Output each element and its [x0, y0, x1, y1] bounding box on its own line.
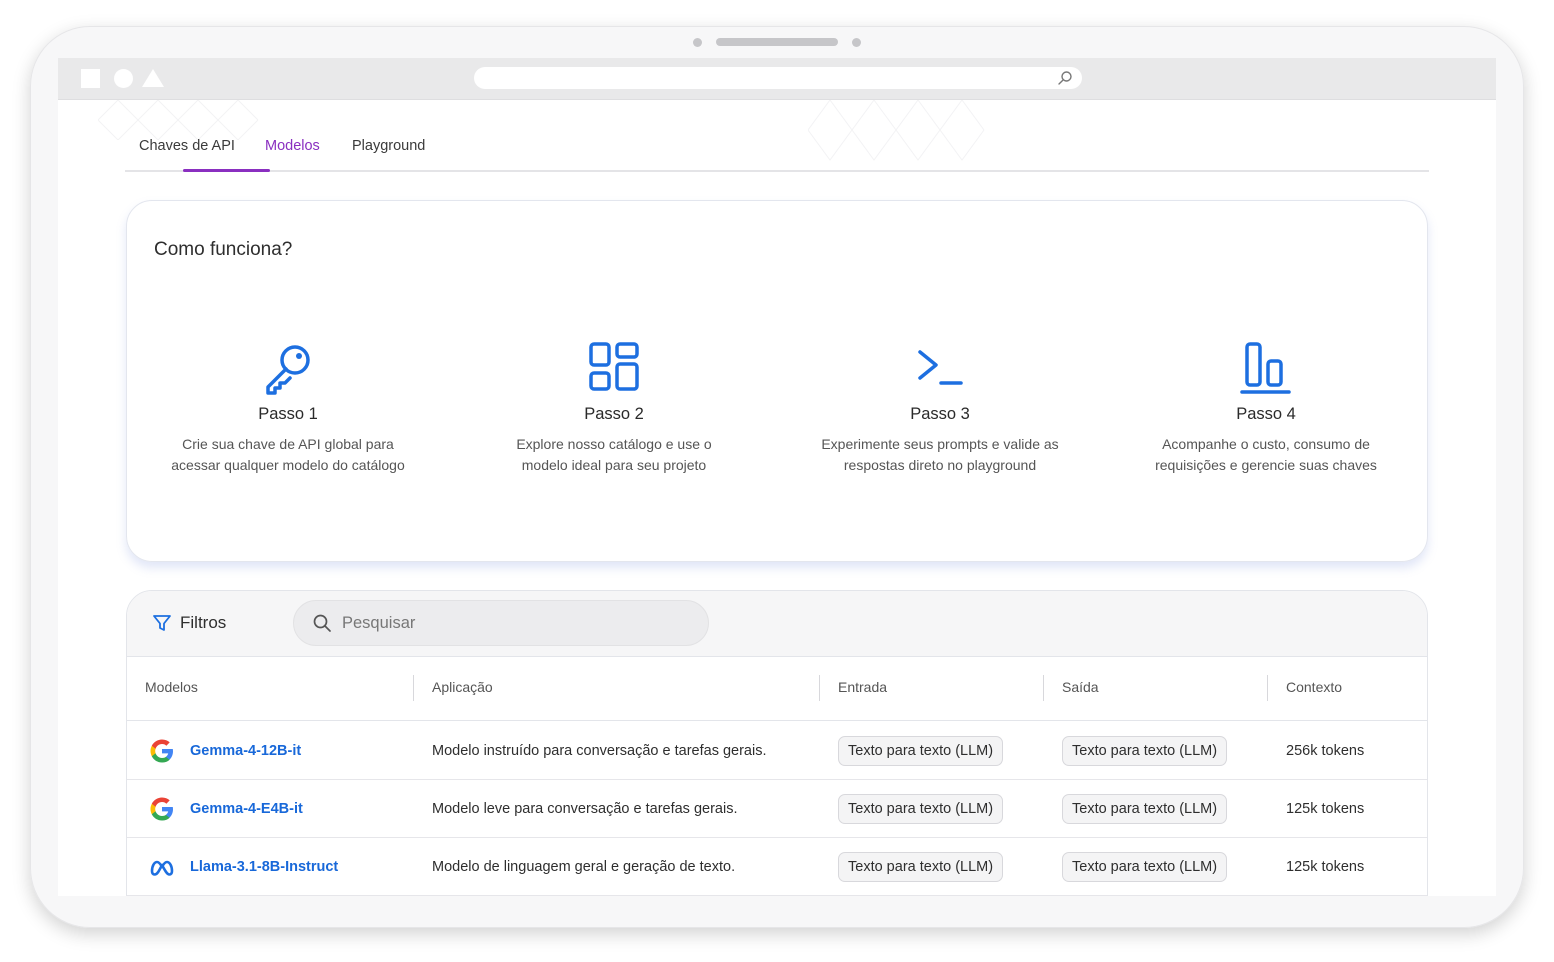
- output-cell: Texto para texto (LLM): [1062, 780, 1228, 838]
- column-divider: [1043, 675, 1044, 701]
- speaker-grille: [716, 38, 838, 46]
- step-description-line: acessar qualquer modelo do catálogo: [171, 457, 405, 473]
- step-description-line: respostas direto no playground: [843, 457, 1037, 473]
- model-name-link[interactable]: Gemma-4-12B-it: [190, 743, 301, 759]
- column-header-modelos[interactable]: Modelos: [145, 679, 198, 695]
- google-logo-icon: [150, 739, 173, 763]
- google-logo-icon: [150, 797, 173, 821]
- search-icon: [313, 614, 331, 632]
- search-input[interactable]: [342, 613, 682, 633]
- section-title: Como funciona?: [154, 239, 293, 260]
- address-bar[interactable]: [474, 67, 1082, 89]
- circle-window-icon[interactable]: [114, 69, 133, 88]
- tab-modelos[interactable]: Modelos: [265, 138, 320, 172]
- column-header-aplicacao[interactable]: Aplicação: [432, 679, 493, 695]
- output-type-chip: Texto para texto (LLM): [1062, 736, 1228, 766]
- output-type-chip: Texto para texto (LLM): [1062, 794, 1228, 824]
- filters-label: Filtros: [180, 613, 227, 632]
- step-description: Explore nosso catálogo e use o modelo id…: [464, 434, 764, 476]
- chart-icon: [1240, 342, 1291, 394]
- output-cell: Texto para texto (LLM): [1062, 838, 1228, 896]
- context-cell: 125k tokens: [1286, 801, 1365, 817]
- models-table-card: Filtros Modelos Aplicação E: [126, 590, 1428, 896]
- column-header-entrada[interactable]: Entrada: [838, 679, 887, 695]
- step-title: Passo 4: [1236, 405, 1296, 423]
- column-divider: [1267, 675, 1268, 701]
- device-top-bezel: [30, 37, 1524, 47]
- search-box[interactable]: [293, 600, 709, 646]
- context-cell: 125k tokens: [1286, 859, 1365, 875]
- input-type-chip: Texto para texto (LLM): [838, 852, 1004, 882]
- tab-playground[interactable]: Playground: [352, 138, 425, 172]
- screen: Chaves de API Modelos Playground Como fu…: [58, 58, 1496, 896]
- model-name-link[interactable]: Llama-3.1-8B-Instruct: [190, 859, 338, 875]
- column-divider: [819, 675, 820, 701]
- step-1: Passo 1 Crie sua chave de API global par…: [138, 339, 438, 476]
- step-description-line: Acompanhe o custo, consumo de: [1162, 436, 1370, 452]
- column-header-contexto[interactable]: Contexto: [1286, 679, 1342, 695]
- browser-toolbar: [58, 58, 1496, 100]
- output-type-chip: Texto para texto (LLM): [1062, 852, 1228, 882]
- step-title: Passo 1: [258, 405, 318, 423]
- step-description: Acompanhe o custo, consumo de requisiçõe…: [1116, 434, 1416, 476]
- step-description-line: Explore nosso catálogo e use o: [516, 436, 712, 452]
- column-divider: [413, 675, 414, 701]
- step-description: Experimente seus prompts e valide as res…: [790, 434, 1090, 476]
- model-cell: Gemma-4-E4B-it: [148, 780, 303, 838]
- how-it-works-card: Como funciona? Passo 1 Crie sua chave de…: [126, 200, 1428, 562]
- active-tab-indicator: [183, 169, 270, 172]
- output-cell: Texto para texto (LLM): [1062, 722, 1228, 780]
- step-description-line: requisições e gerencie suas chaves: [1155, 457, 1377, 473]
- step-3: Passo 3 Experimente seus prompts e valid…: [790, 339, 1090, 476]
- model-cell: Llama-3.1-8B-Instruct: [148, 838, 338, 896]
- search-icon: [1058, 71, 1072, 85]
- key-icon: [266, 345, 310, 395]
- tab-chaves-de-api[interactable]: Chaves de API: [139, 138, 235, 172]
- triangle-window-icon[interactable]: [142, 69, 164, 87]
- table-row[interactable]: Llama-3.1-8B-Instruct Modelo de linguage…: [127, 838, 1427, 896]
- table-row[interactable]: Gemma-4-12B-it Modelo instruído para con…: [127, 722, 1427, 780]
- input-cell: Texto para texto (LLM): [838, 722, 1004, 780]
- model-cell: Gemma-4-12B-it: [148, 722, 301, 780]
- step-2: Passo 2 Explore nosso catálogo e use o m…: [464, 339, 764, 476]
- input-type-chip: Texto para texto (LLM): [838, 794, 1004, 824]
- application-cell: Modelo instruído para conversação e tare…: [432, 743, 767, 759]
- step-title: Passo 3: [910, 405, 970, 423]
- table-row[interactable]: Gemma-4-E4B-it Modelo leve para conversa…: [127, 780, 1427, 838]
- application-cell: Modelo de linguagem geral e geração de t…: [432, 859, 736, 875]
- page-content: Chaves de API Modelos Playground Como fu…: [58, 100, 1496, 896]
- model-name-link[interactable]: Gemma-4-E4B-it: [190, 801, 303, 817]
- application-cell: Modelo leve para conversação e tarefas g…: [432, 801, 738, 817]
- step-description-line: modelo ideal para seu projeto: [521, 457, 707, 473]
- table-header: Modelos Aplicação Entrada Saída Contexto: [127, 657, 1427, 721]
- input-cell: Texto para texto (LLM): [838, 780, 1004, 838]
- input-cell: Texto para texto (LLM): [838, 838, 1004, 896]
- input-type-chip: Texto para texto (LLM): [838, 736, 1004, 766]
- device-frame: Chaves de API Modelos Playground Como fu…: [30, 26, 1524, 928]
- square-window-icon[interactable]: [81, 69, 100, 88]
- step-description-line: Crie sua chave de API global para: [182, 436, 394, 452]
- step-4: Passo 4 Acompanhe o custo, consumo de re…: [1116, 339, 1416, 476]
- filter-icon: [153, 615, 171, 631]
- step-description-line: Experimente seus prompts e valide as: [821, 436, 1059, 452]
- terminal-icon: [918, 350, 963, 385]
- sensor-dot: [852, 37, 861, 47]
- camera-dot: [693, 37, 702, 47]
- filter-bar: Filtros: [127, 591, 1427, 657]
- meta-logo-icon: [150, 860, 174, 876]
- grid-icon: [589, 342, 639, 391]
- filters-button[interactable]: Filtros: [152, 613, 226, 633]
- step-title: Passo 2: [584, 405, 644, 423]
- step-description: Crie sua chave de API global para acessa…: [138, 434, 438, 476]
- tab-bar: Chaves de API Modelos Playground: [125, 100, 1429, 172]
- column-header-saida[interactable]: Saída: [1062, 679, 1099, 695]
- context-cell: 256k tokens: [1286, 743, 1365, 759]
